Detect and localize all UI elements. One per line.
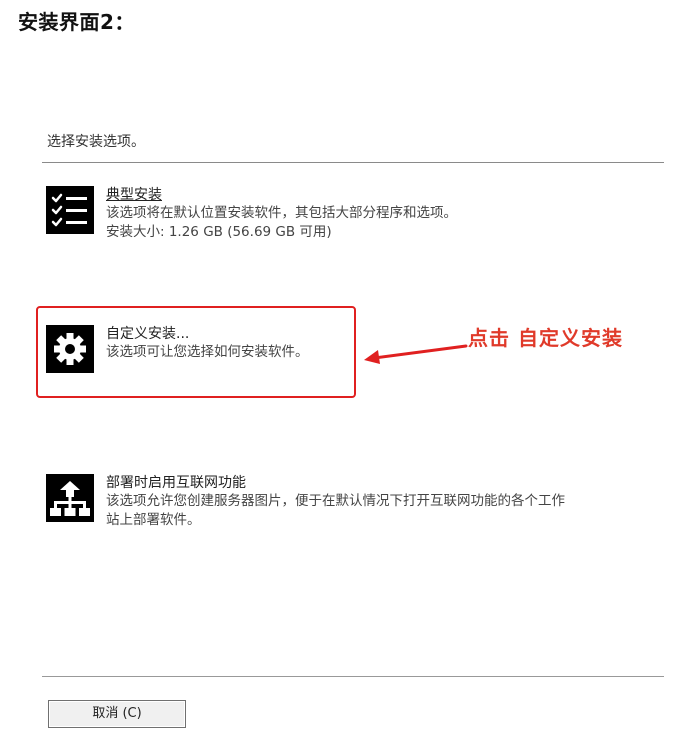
- install-size: 安装大小: 1.26 GB (56.69 GB 可用): [106, 224, 332, 240]
- option-title: 典型安装: [106, 187, 162, 203]
- top-divider: [42, 162, 664, 163]
- checklist-icon: [46, 186, 94, 234]
- cancel-button[interactable]: 取消 (C): [48, 700, 186, 728]
- annotation-arrow: [364, 344, 468, 364]
- network-icon: [46, 474, 94, 522]
- option-title: 部署时启用互联网功能: [106, 475, 246, 491]
- option-desc-cont: 站上部署软件。: [106, 512, 201, 528]
- bottom-divider: [42, 676, 664, 677]
- option-desc: 该选项允许您创建服务器图片，便于在默认情况下打开互联网功能的各个工作: [106, 493, 565, 509]
- page-heading: 安装界面2：: [18, 10, 135, 34]
- annotation-label: 点击 自定义安装: [468, 326, 623, 350]
- option-desc: 该选项将在默认位置安装软件，其包括大部分程序和选项。: [106, 205, 457, 221]
- highlight-box: [36, 306, 356, 398]
- install-prompt: 选择安装选项。: [47, 134, 145, 150]
